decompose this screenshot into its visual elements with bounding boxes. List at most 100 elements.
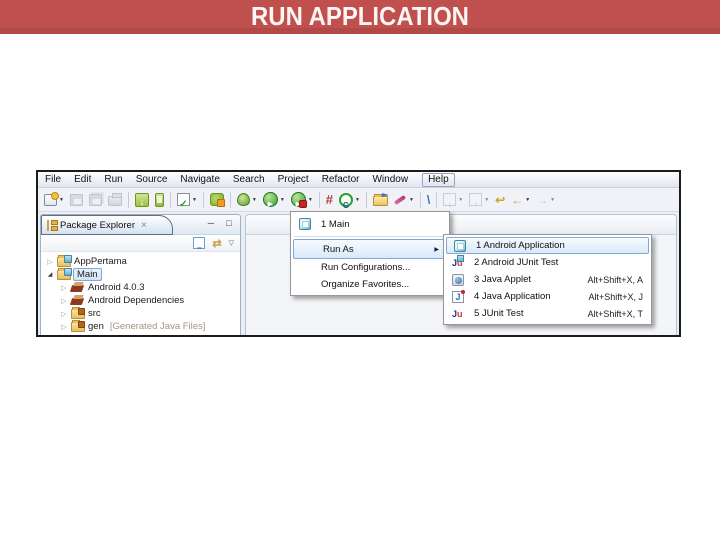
menu-project[interactable]: Project [278,174,309,185]
save-icon [69,193,83,206]
previous-annotation-button[interactable]: ↑ ▼ [466,190,492,210]
tree-item-label: src [88,308,101,319]
menu-item-label: 2 Android JUnit Test [474,257,559,268]
toolbar-separator [169,191,171,208]
avd-manager-button[interactable] [152,190,167,210]
android-app-icon [454,239,466,252]
menu-source[interactable]: Source [136,174,168,185]
menu-item-organize-favorites[interactable]: Organize Favorites... [292,276,448,293]
tree-item-main[interactable]: ◢ Main [41,268,240,281]
caret-icon[interactable]: ▼ [409,197,414,203]
tree-item-gen[interactable]: ▷ gen [Generated Java Files] [41,320,240,333]
menu-item-label: 5 JUnit Test [474,308,524,319]
caret-icon[interactable]: ▼ [355,197,360,203]
package-explorer-tab-label: Package Explorer [60,219,135,231]
android-lint-icon [209,193,225,207]
coverage-button[interactable]: G ▼ [336,190,363,210]
caret-icon[interactable]: ▼ [252,197,257,203]
android-sdk-manager-button[interactable]: ↓ [132,190,152,210]
hash-glyph: # [325,191,333,207]
tree-item-label: AppPertama [74,256,127,267]
expander-expanded-icon[interactable]: ◢ [46,271,54,278]
menu-item-5-junit-test[interactable]: Ju 5 JUnit Test Alt+Shift+X, T [445,305,650,322]
run-icon: ▶ [262,192,278,208]
caret-icon[interactable]: ▼ [192,197,197,203]
minimize-icon[interactable]: ─ [205,217,217,229]
mark-occurrences-button[interactable]: \ [424,190,433,210]
package-explorer-panel: Package Explorer × ─ □ − ⇄ ▽ ▷ AppPertam… [40,214,241,335]
java-application-icon: J [452,289,465,303]
forward-button[interactable]: → ▼ [533,190,558,210]
tree-item-android-dependencies[interactable]: ▷ Android Dependencies [41,294,240,307]
toolbar-separator [127,191,129,208]
menu-item-1-main[interactable]: 1 Main [292,214,448,234]
menu-item-label: 1 Main [321,218,350,230]
caret-icon[interactable]: ▼ [280,197,285,203]
caret-icon[interactable]: ▼ [525,197,530,203]
last-edit-location-button[interactable]: ↩ [492,190,508,210]
menu-item-label: 1 Android Application [476,240,565,251]
caret-icon[interactable]: ▼ [308,197,313,203]
tab-package-explorer[interactable]: Package Explorer × [41,215,173,235]
close-icon[interactable]: × [141,220,147,231]
expander-collapsed-icon[interactable]: ▷ [60,323,68,331]
next-annotation-button[interactable]: ↓ ▼ [440,190,466,210]
menu-edit[interactable]: Edit [74,174,91,185]
link-with-editor-icon[interactable]: ⇄ [212,234,221,252]
menu-item-run-as[interactable]: Run As ▶ [293,239,447,259]
run-as-submenu: 1 Android Application Ju 2 Android JUnit… [443,234,652,325]
menu-navigate[interactable]: Navigate [180,174,219,185]
tree-item-src[interactable]: ▷ src [41,307,240,320]
java-grid-button[interactable]: # [323,190,336,210]
save-all-button[interactable] [86,190,105,210]
menu-help[interactable]: Help [422,172,455,187]
shortcut-label: Alt+Shift+X, A [587,274,643,285]
tree-item-android-4-0-3[interactable]: ▷ Android 4.0.3 [41,281,240,294]
print-button[interactable] [105,190,125,210]
back-arrow-icon: ← [511,191,523,209]
expander-collapsed-icon[interactable]: ▷ [46,258,54,266]
print-icon [107,193,122,206]
swap-arrows-glyph: ⇄ [212,238,222,250]
save-button[interactable] [67,190,86,210]
collapse-all-icon[interactable]: − [193,237,206,253]
run-external-icon: ▶ [290,192,307,208]
android-lint-button[interactable] [207,190,227,210]
expander-collapsed-icon[interactable]: ▷ [60,310,68,318]
new-wizard-button[interactable]: ▼ [41,190,67,210]
caret-icon[interactable]: ▼ [458,197,463,203]
run-external-button[interactable]: ▶ ▼ [288,190,316,210]
library-icon [71,295,85,306]
expander-collapsed-icon[interactable]: ▷ [60,284,68,292]
new-test-button[interactable]: ✓ ▼ [174,190,200,210]
menu-item-run-configurations[interactable]: Run Configurations... [292,259,448,276]
menu-item-4-java-application[interactable]: J 4 Java Application Alt+Shift+X, J [445,288,650,305]
import-button[interactable] [370,190,391,210]
g-glyph: G [342,200,350,210]
maximize-icon[interactable]: □ [223,217,235,229]
run-button[interactable]: ▶ ▼ [260,190,288,210]
back-button[interactable]: ← ▼ [508,190,533,210]
caret-icon[interactable]: ▼ [550,197,555,203]
run-dropdown-menu: 1 Main Run As ▶ Run Configurations... Or… [290,211,450,296]
menu-item-2-android-junit-test[interactable]: Ju 2 Android JUnit Test [445,254,650,271]
expander-collapsed-icon[interactable]: ▷ [60,297,68,305]
debug-button[interactable]: ▼ [234,190,260,210]
menu-item-3-java-applet[interactable]: 3 Java Applet Alt+Shift+X, A [445,271,650,288]
highlighter-button[interactable]: ▼ [391,190,417,210]
left-arrow-glyph: ← [511,192,524,207]
grid-icon: # [326,191,333,209]
menu-item-1-android-application[interactable]: 1 Android Application [446,237,649,254]
menu-file[interactable]: File [45,174,61,185]
caret-icon[interactable]: ▼ [484,197,489,203]
caret-icon[interactable]: ▼ [59,197,64,203]
tree-item-apppertama[interactable]: ▷ AppPertama [41,255,240,268]
save-all-icon [88,193,102,206]
menu-refactor[interactable]: Refactor [322,174,360,185]
j-glyph: J [455,291,461,302]
menu-run[interactable]: Run [104,174,122,185]
menu-window[interactable]: Window [372,174,408,185]
view-menu-icon[interactable]: ▽ [229,239,234,247]
toolbar-separator [419,191,421,208]
menu-search[interactable]: Search [233,174,265,185]
